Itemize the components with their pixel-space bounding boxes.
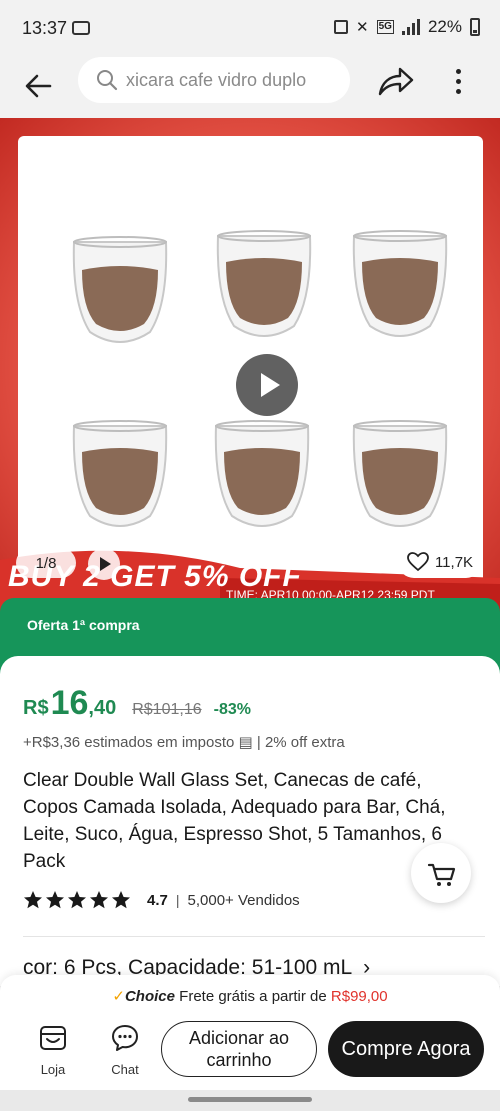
rating-value: 4.7 <box>147 891 168 909</box>
store-label: Loja <box>40 1062 66 1077</box>
glass-cup-image <box>216 230 312 337</box>
star-icon <box>90 891 108 909</box>
product-title: Clear Double Wall Glass Set, Canecas de … <box>23 770 446 872</box>
chat-icon <box>112 1025 138 1051</box>
buy-now-button[interactable]: Compre Agora <box>328 1021 484 1077</box>
shipping-text: Frete grátis a partir de <box>179 988 327 1005</box>
check-icon: ✓ <box>112 988 125 1005</box>
star-rating <box>23 890 131 910</box>
search-input[interactable]: xicara cafe vidro duplo <box>78 57 350 103</box>
search-placeholder: xicara cafe vidro duplo <box>126 69 307 90</box>
signal-icon <box>401 19 420 35</box>
star-icon <box>112 891 130 909</box>
tax-text: +R$3,36 estimados em imposto <box>23 734 235 751</box>
video-play-button[interactable] <box>236 354 298 416</box>
receipt-icon: ▤ <box>238 734 253 751</box>
add-to-cart-button[interactable]: Adicionar ao carrinho <box>161 1021 317 1077</box>
discount-badge: -83% <box>213 701 251 718</box>
status-time: 13:37 <box>22 18 68 38</box>
store-button[interactable]: Loja <box>30 1023 76 1077</box>
divider <box>23 936 485 937</box>
star-icon <box>46 891 64 909</box>
floating-cart-button[interactable] <box>411 843 471 903</box>
back-button[interactable] <box>20 66 60 106</box>
network-type: 5G <box>376 20 394 34</box>
battery-percent: 22% <box>427 17 462 36</box>
price-decimal: ,40 <box>88 697 117 719</box>
cart-icon <box>427 863 456 886</box>
search-icon <box>97 70 118 91</box>
shipping-threshold: R$99,00 <box>330 988 388 1005</box>
star-icon <box>24 891 42 909</box>
likes-count: 11,7K <box>434 553 474 571</box>
free-shipping-info: ✓Choice Frete grátis a partir de R$99,00 <box>0 987 500 1005</box>
status-bar: 13:37 ✕ 5G 22% <box>0 0 500 56</box>
battery-icon <box>470 18 480 36</box>
chat-button[interactable]: Chat <box>102 1023 148 1077</box>
alarm-icon <box>334 20 349 34</box>
heart-icon <box>407 552 429 572</box>
top-header: xicara cafe vidro duplo <box>0 56 500 118</box>
bottom-action-bar: ✓Choice Frete grátis a partir de R$99,00… <box>0 975 500 1090</box>
product-photo[interactable] <box>18 136 483 606</box>
offer-label: Oferta 1ª compra <box>27 617 140 633</box>
chat-label: Chat <box>111 1062 139 1077</box>
glass-cup-image <box>72 236 168 343</box>
product-gallery[interactable]: BUY 2 GET 5% OFF TIME: APR10 00:00-APR12… <box>0 118 500 618</box>
glass-cup-image <box>352 230 448 337</box>
play-video-button[interactable] <box>88 548 120 580</box>
price-integer: 16 <box>50 684 89 722</box>
status-icons: ✕ 5G 22% <box>334 17 480 37</box>
share-icon <box>378 67 414 96</box>
more-options-button[interactable] <box>446 64 470 98</box>
share-button[interactable] <box>376 64 416 98</box>
star-icon <box>68 891 86 909</box>
store-icon <box>40 1026 66 1050</box>
rating-separator: | <box>175 892 180 908</box>
mute-icon: ✕ <box>356 19 369 36</box>
product-info-card: R$ 16 ,40 R$101,16 -83% +R$3,36 estimado… <box>0 656 500 986</box>
choice-label: Choice <box>124 988 175 1005</box>
price-currency: R$ <box>23 697 49 719</box>
tax-info[interactable]: +R$3,36 estimados em imposto ▤ | 2% off … <box>23 733 345 751</box>
extra-discount: | 2% off extra <box>256 734 345 751</box>
glass-cup-image <box>214 420 310 527</box>
back-arrow-icon <box>25 74 52 98</box>
original-price: R$101,16 <box>132 701 202 718</box>
glass-cup-image <box>352 420 448 527</box>
sold-count: 5,000+ Vendidos <box>187 891 300 909</box>
price-row: R$ 16 ,40 R$101,16 -83% <box>23 684 251 723</box>
image-counter: 1/8 <box>16 548 76 578</box>
glass-cup-image <box>72 420 168 527</box>
rating-row[interactable]: 4.7 | 5,000+ Vendidos <box>23 890 300 910</box>
wishlist-button[interactable]: 11,7K <box>398 546 482 578</box>
home-gesture-bar[interactable] <box>188 1097 312 1102</box>
gesture-navigation-area <box>0 1090 500 1111</box>
notification-icon <box>72 21 90 35</box>
